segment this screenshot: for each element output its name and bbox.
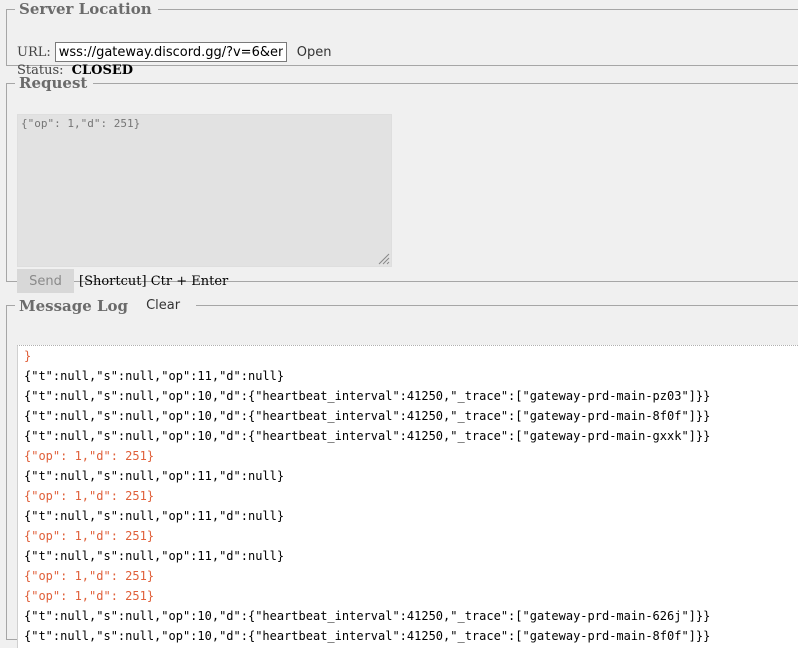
log-line: {"t":null,"s":null,"op":10,"d":{"heartbe…	[24, 389, 711, 403]
log-line: {"op": 1,"d": 251}	[24, 489, 155, 503]
log-line: {"t":null,"s":null,"op":11,"d":null}	[24, 469, 285, 483]
message-log-panel: Message Log Clear } {"t":null,"s":null,"o…	[6, 296, 798, 648]
open-button[interactable]: Open	[286, 42, 342, 62]
server-location-panel: Server Location URL: Open Status: CLOSED	[6, 0, 798, 78]
message-log-title: Message Log	[19, 296, 129, 315]
server-location-legend: Server Location	[19, 0, 152, 18]
log-line: {"t":null,"s":null,"op":11,"d":null}	[24, 369, 285, 383]
log-line: {"t":null,"s":null,"op":10,"d":{"heartbe…	[24, 409, 711, 423]
send-row: Send [Shortcut] Ctr + Enter	[17, 269, 228, 293]
clear-button[interactable]: Clear	[136, 296, 191, 315]
log-line: {"t":null,"s":null,"op":10,"d":{"heartbe…	[24, 609, 711, 623]
log-line: {"t":null,"s":null,"op":11,"d":null}	[24, 549, 285, 563]
log-line: {"t":null,"s":null,"op":10,"d":{"heartbe…	[24, 429, 711, 443]
log-line: {"t":null,"s":null,"op":11,"d":null}	[24, 509, 285, 523]
log-line: {"op": 1,"d": 251}	[24, 529, 155, 543]
message-log-area[interactable]: } {"t":null,"s":null,"op":11,"d":null} {"t…	[17, 345, 798, 648]
request-textarea[interactable]	[17, 114, 392, 267]
request-legend: Request	[19, 74, 88, 92]
log-line: }	[24, 349, 32, 363]
url-label: URL:	[17, 44, 51, 60]
request-panel: Request Send [Shortcut] Ctr + Enter	[6, 74, 798, 293]
log-line: {"op": 1,"d": 251}	[24, 569, 155, 583]
resize-grip-icon[interactable]	[377, 252, 390, 265]
url-input[interactable]	[54, 42, 287, 62]
message-log-legend: Message Log Clear	[15, 296, 196, 315]
log-line: {"op": 1,"d": 251}	[24, 449, 155, 463]
log-line: {"t":null,"s":null,"op":10,"d":{"heartbe…	[24, 629, 711, 643]
shortcut-hint: [Shortcut] Ctr + Enter	[79, 273, 229, 289]
log-line: {"op": 1,"d": 251}	[24, 589, 155, 603]
send-button[interactable]: Send	[17, 269, 74, 293]
url-row: URL: Open	[17, 42, 342, 62]
